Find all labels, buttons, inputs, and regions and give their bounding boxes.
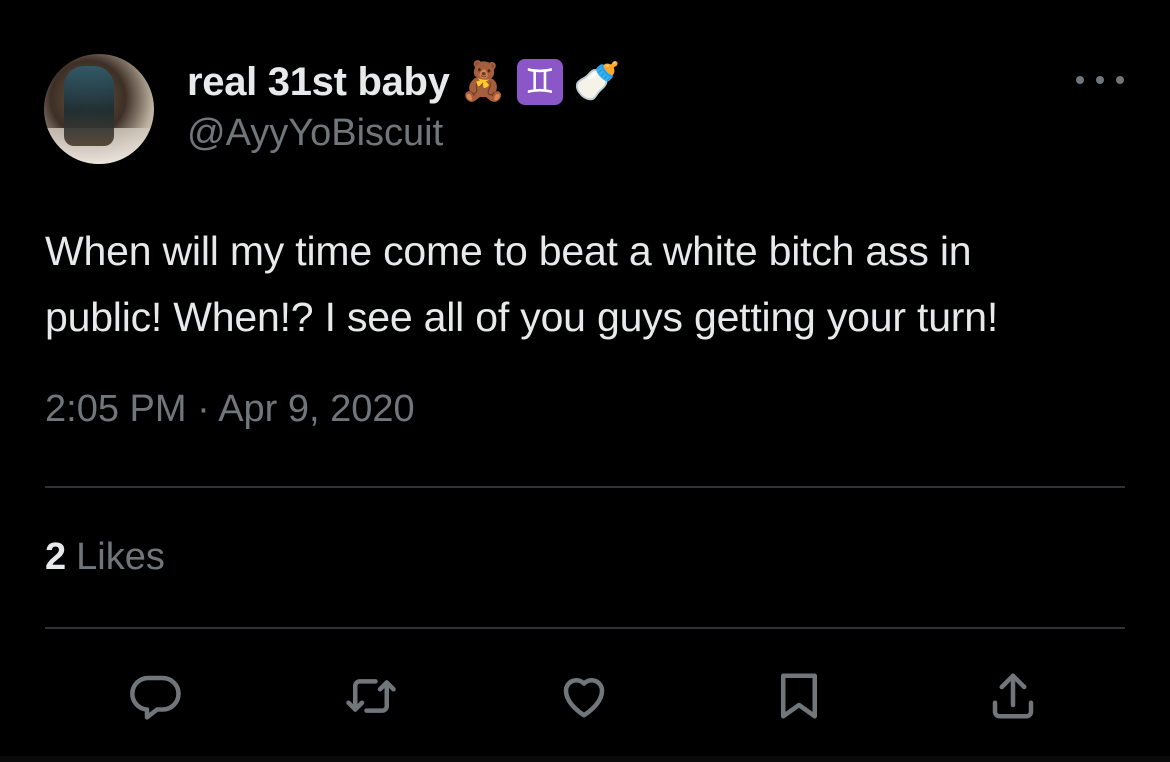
tweet-text: When will my time come to beat a white b… [45,228,999,340]
gemini-emoji: ♊ [516,59,563,105]
teddy-bear-emoji: 🧸 [459,61,507,103]
more-dot [1076,76,1084,84]
retweet-button[interactable] [339,664,403,728]
like-button[interactable] [552,664,616,728]
reply-button[interactable] [124,664,188,728]
bottom-edge [0,756,1170,762]
heart-icon [563,678,605,718]
retweet-icon [346,679,396,713]
baby-bottle-emoji: 🍼 [572,61,621,103]
more-dot [1096,76,1104,84]
display-name[interactable]: real 31st baby [187,60,450,105]
reply-icon [130,675,181,720]
more-dot [1116,76,1124,84]
name-row: real 31st baby 🧸 ♊ 🍼 [187,56,620,108]
likes-label: Likes [76,536,165,578]
user-handle[interactable]: @AyyYoBiscuit [187,112,443,155]
divider-bottom [45,627,1125,629]
tweet-timestamp[interactable]: 2:05 PM · Apr 9, 2020 [45,388,415,431]
share-icon [992,673,1034,719]
more-icon[interactable] [1076,62,1124,98]
avatar-figure-shape [64,66,114,146]
divider-top [45,486,1125,488]
bookmark-button[interactable] [767,664,831,728]
bookmark-icon [781,673,817,719]
likes-stat[interactable]: 2 Likes [45,536,165,579]
share-button[interactable] [981,664,1045,728]
likes-count: 2 [45,536,67,578]
avatar[interactable] [44,54,154,164]
